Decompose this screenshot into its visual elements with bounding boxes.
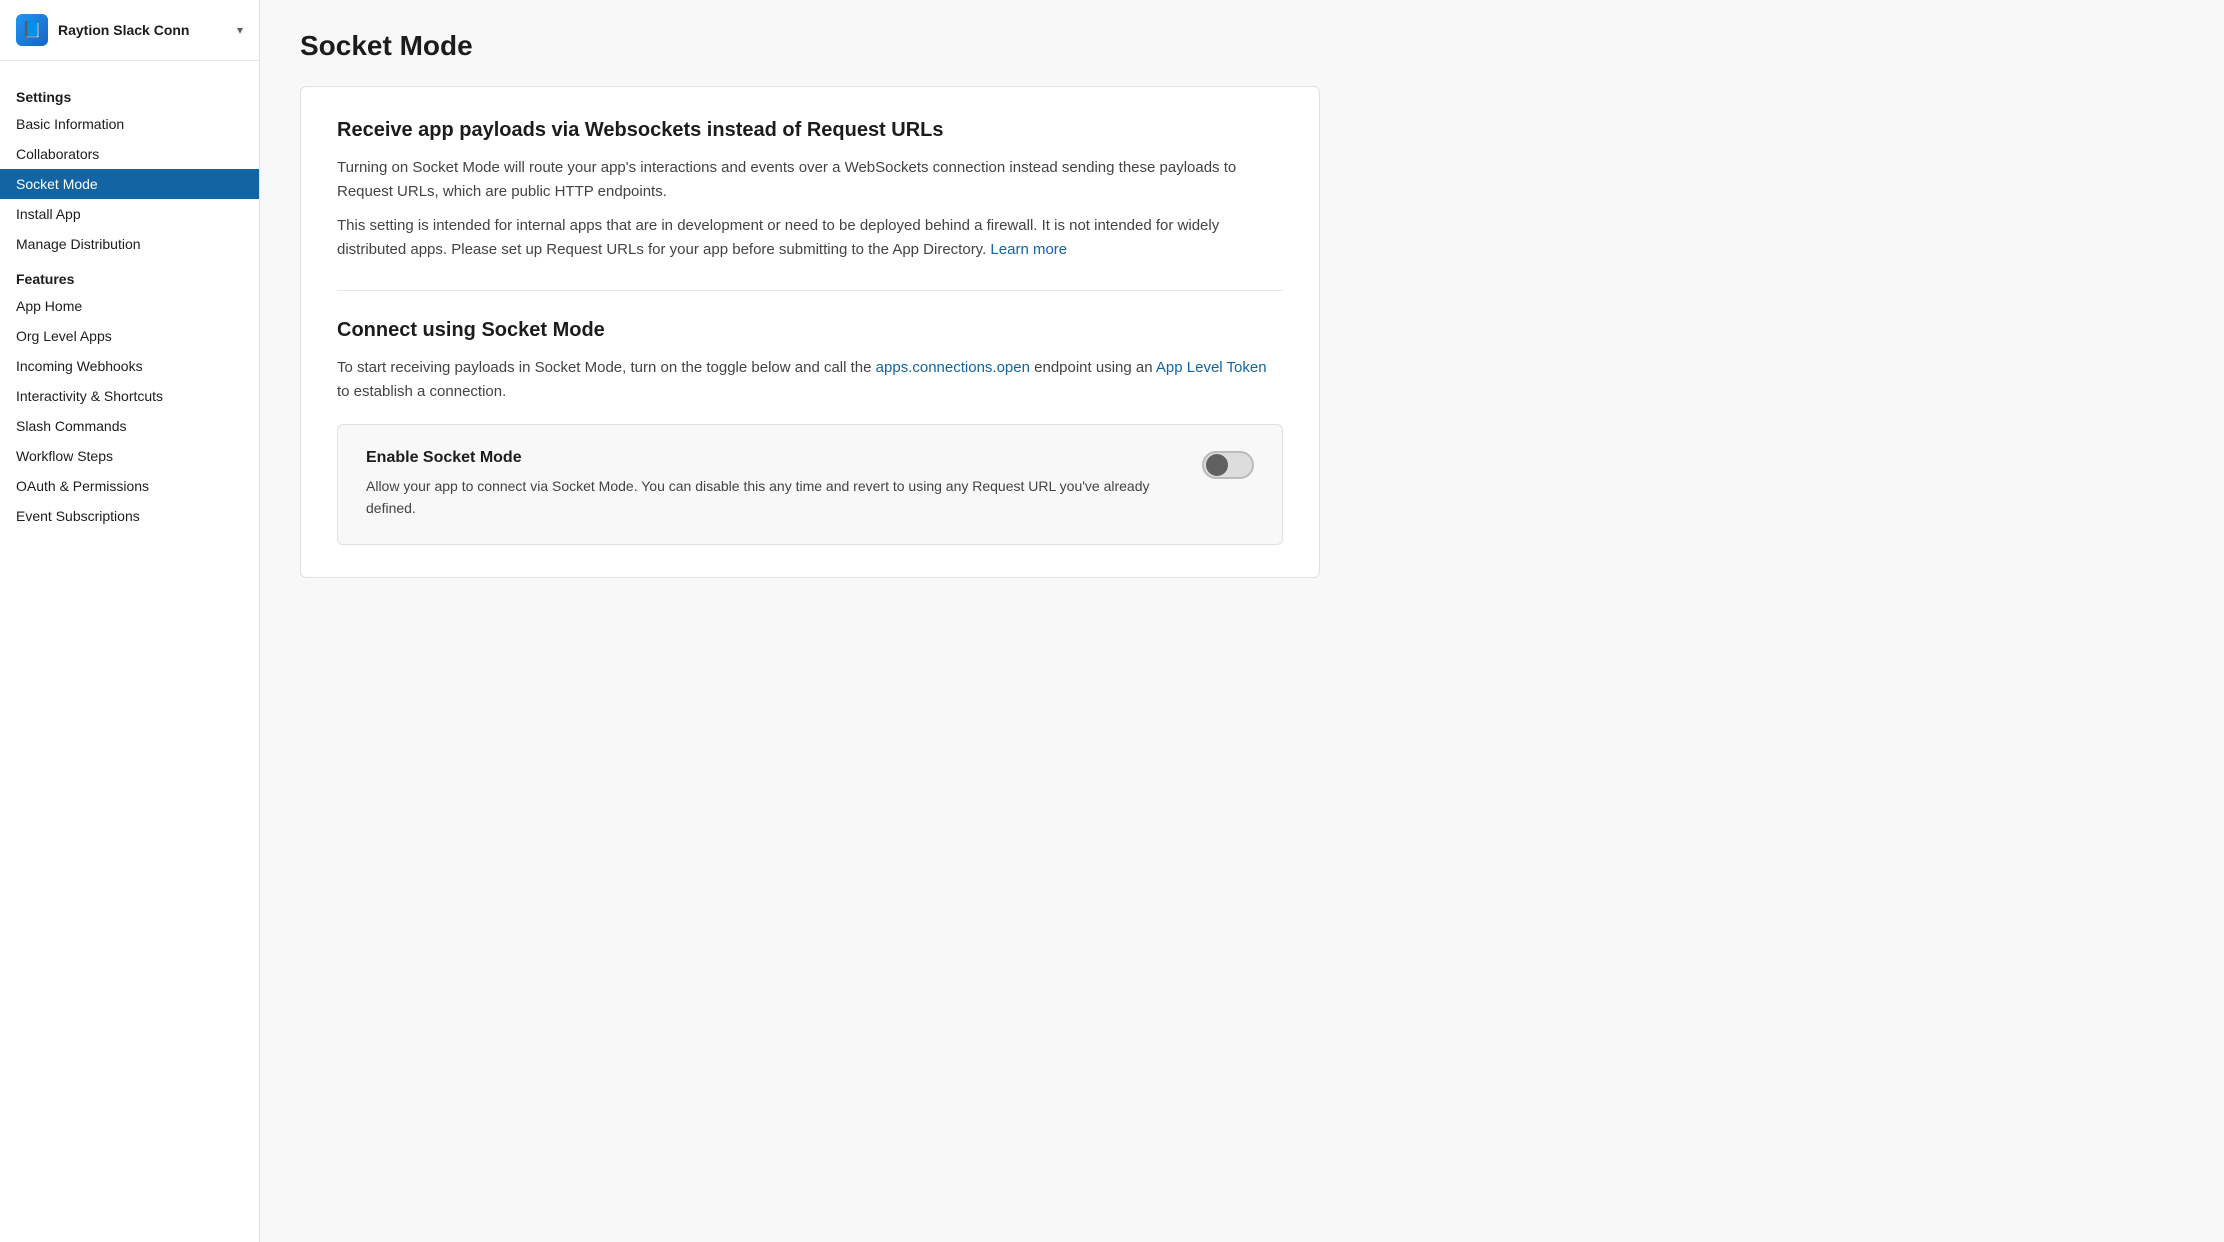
sidebar-navigation: Settings Basic Information Collaborators… xyxy=(0,61,259,547)
websockets-paragraph2-text: This setting is intended for internal ap… xyxy=(337,217,1219,258)
sidebar-item-event-subscriptions[interactable]: Event Subscriptions xyxy=(0,501,259,531)
section-divider xyxy=(337,290,1283,291)
app-level-token-link[interactable]: App Level Token xyxy=(1156,359,1267,376)
sidebar-item-install-app[interactable]: Install App xyxy=(0,199,259,229)
content-card: Receive app payloads via Websockets inst… xyxy=(300,86,1320,578)
chevron-down-icon: ▾ xyxy=(237,23,243,37)
enable-box-content: Enable Socket Mode Allow your app to con… xyxy=(366,449,1182,520)
sidebar-item-slash-commands[interactable]: Slash Commands xyxy=(0,411,259,441)
sidebar-item-incoming-webhooks[interactable]: Incoming Webhooks xyxy=(0,351,259,381)
connect-heading: Connect using Socket Mode xyxy=(337,319,1283,342)
apps-connections-link[interactable]: apps.connections.open xyxy=(876,359,1030,376)
sidebar-item-collaborators[interactable]: Collaborators xyxy=(0,139,259,169)
app-icon: 📘 xyxy=(16,14,48,46)
connect-section: Connect using Socket Mode To start recei… xyxy=(337,319,1283,545)
connect-body-text3: to establish a connection. xyxy=(337,383,506,400)
enable-socket-mode-title: Enable Socket Mode xyxy=(366,449,1182,467)
connect-body-text2: endpoint using an xyxy=(1034,359,1152,376)
page-title: Socket Mode xyxy=(300,30,2184,62)
websockets-section: Receive app payloads via Websockets inst… xyxy=(337,119,1283,262)
sidebar: 📘 Raytion Slack Conn ▾ Settings Basic In… xyxy=(0,0,260,1242)
connect-body: To start receiving payloads in Socket Mo… xyxy=(337,356,1283,404)
websockets-paragraph2: This setting is intended for internal ap… xyxy=(337,214,1283,262)
sidebar-item-socket-mode[interactable]: Socket Mode xyxy=(0,169,259,199)
sidebar-item-org-level-apps[interactable]: Org Level Apps xyxy=(0,321,259,351)
enable-socket-mode-description: Allow your app to connect via Socket Mod… xyxy=(366,475,1182,520)
toggle-container xyxy=(1202,449,1254,479)
sidebar-item-app-home[interactable]: App Home xyxy=(0,291,259,321)
socket-mode-toggle[interactable] xyxy=(1202,451,1254,479)
sidebar-item-oauth-permissions[interactable]: OAuth & Permissions xyxy=(0,471,259,501)
sidebar-item-workflow-steps[interactable]: Workflow Steps xyxy=(0,441,259,471)
connect-body-text1: To start receiving payloads in Socket Mo… xyxy=(337,359,872,376)
toggle-knob xyxy=(1206,454,1228,476)
enable-socket-mode-box: Enable Socket Mode Allow your app to con… xyxy=(337,424,1283,545)
sidebar-item-interactivity-shortcuts[interactable]: Interactivity & Shortcuts xyxy=(0,381,259,411)
sidebar-item-manage-distribution[interactable]: Manage Distribution xyxy=(0,229,259,259)
settings-section-label: Settings xyxy=(0,81,259,109)
learn-more-link[interactable]: Learn more xyxy=(990,241,1067,258)
main-content: Socket Mode Receive app payloads via Web… xyxy=(260,0,2224,1242)
websockets-paragraph1: Turning on Socket Mode will route your a… xyxy=(337,156,1283,204)
features-section-label: Features xyxy=(0,263,259,291)
app-selector[interactable]: 📘 Raytion Slack Conn ▾ xyxy=(0,0,259,61)
sidebar-item-basic-information[interactable]: Basic Information xyxy=(0,109,259,139)
app-name: Raytion Slack Conn xyxy=(58,22,227,38)
websockets-heading: Receive app payloads via Websockets inst… xyxy=(337,119,1283,142)
